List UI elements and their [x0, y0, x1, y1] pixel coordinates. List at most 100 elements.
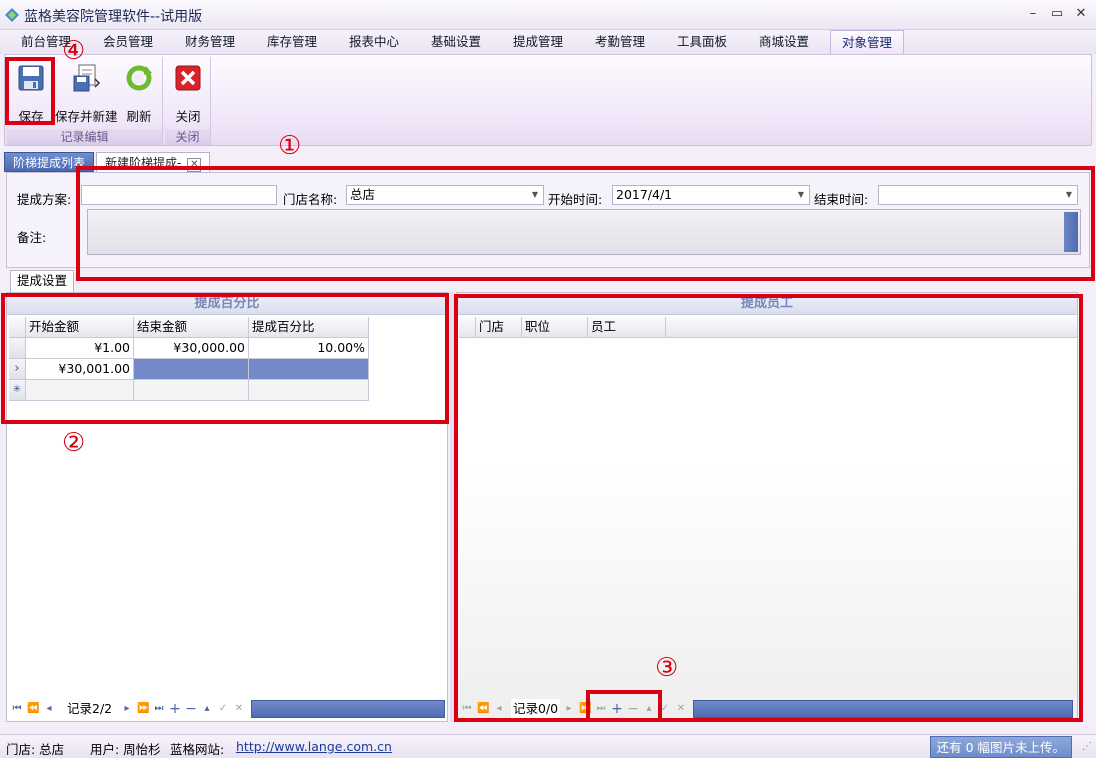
plan-input[interactable] — [81, 185, 277, 205]
first-record-icon[interactable]: ⏮ — [11, 699, 23, 719]
tab-commission-settings[interactable]: 提成设置 — [10, 270, 75, 292]
prev-record-icon[interactable]: ◂ — [43, 699, 55, 719]
chevron-down-icon[interactable]: ▼ — [1063, 186, 1075, 204]
next-page-icon[interactable]: ⏩ — [579, 699, 591, 719]
prev-page-icon[interactable]: ⏪ — [477, 699, 489, 719]
menu-item-tools[interactable]: 工具面板 — [662, 30, 742, 54]
store-select[interactable]: 总店 ▼ — [346, 185, 544, 205]
close-window-button[interactable]: ✕ — [1070, 4, 1092, 24]
remark-label: 备注: — [17, 230, 47, 245]
confirm-edit-icon[interactable]: ✓ — [217, 699, 229, 719]
tab-commission-list[interactable]: 阶梯提成列表 — [4, 152, 95, 172]
grid-header-indicator — [459, 317, 476, 338]
menu-item-attendance[interactable]: 考勤管理 — [580, 30, 660, 54]
start-amount-cell[interactable] — [26, 380, 134, 401]
first-record-icon[interactable]: ⏮ — [461, 699, 473, 719]
menu-item-member[interactable]: 会员管理 — [88, 30, 168, 54]
remark-scrollbar[interactable] — [1064, 212, 1078, 252]
grid-header-employee[interactable]: 员工 — [588, 317, 666, 338]
save-and-new-label: 保存并新建 — [55, 109, 118, 124]
menu-item-reports[interactable]: 报表中心 — [334, 30, 414, 54]
menu-item-mall[interactable]: 商城设置 — [744, 30, 824, 54]
remark-textarea[interactable] — [87, 209, 1081, 255]
start-amount-cell[interactable]: ¥30,001.00 — [26, 359, 134, 380]
last-record-icon[interactable]: ⏭ — [153, 699, 165, 719]
start-time-picker[interactable]: 2017/4/1 ▼ — [612, 185, 810, 205]
chevron-down-icon[interactable]: ▼ — [529, 186, 541, 204]
minimize-button[interactable]: – — [1022, 4, 1044, 24]
pane-splitter[interactable] — [450, 292, 454, 722]
annotation-marker-1: ① — [278, 131, 302, 161]
website-link[interactable]: http://www.lange.com.cn — [236, 739, 392, 754]
edit-record-icon[interactable]: ▴ — [201, 699, 213, 719]
save-label: 保存 — [18, 109, 44, 124]
grid-header-percentage[interactable]: 提成百分比 — [249, 317, 369, 338]
next-record-icon[interactable]: ▸ — [563, 699, 575, 719]
end-amount-cell[interactable]: ¥30,000.00 — [134, 338, 249, 359]
commission-staff-pane: 提成员工 门店 职位 员工 ⏮ ⏪ ◂ 记录0/0 ▸ ⏩ ⏭ + − ▴ ✓ … — [456, 292, 1078, 722]
save-button[interactable]: 保存 — [9, 59, 53, 124]
delete-record-icon[interactable]: − — [627, 699, 639, 719]
confirm-edit-icon[interactable]: ✓ — [659, 699, 671, 719]
delete-record-icon[interactable]: − — [185, 699, 197, 719]
cancel-edit-icon[interactable]: ✕ — [675, 699, 687, 719]
grid-header-store[interactable]: 门店 — [476, 317, 522, 338]
prev-record-icon[interactable]: ◂ — [493, 699, 505, 719]
next-record-icon[interactable]: ▸ — [121, 699, 133, 719]
percentage-cell[interactable] — [249, 380, 369, 401]
percentage-cell[interactable] — [249, 359, 369, 380]
end-amount-cell[interactable] — [134, 380, 249, 401]
row-indicator: › — [9, 359, 26, 380]
prev-page-icon[interactable]: ⏪ — [27, 699, 39, 719]
last-record-icon[interactable]: ⏭ — [595, 699, 607, 719]
annotation-marker-2: ② — [62, 428, 86, 458]
status-site-label: 蓝格网站: — [170, 742, 225, 757]
upload-status-badge: 还有 0 幅图片未上传。 — [929, 736, 1072, 758]
ribbon-group-record-edit: 保存 保存并新建 刷新 记录编辑 — [7, 57, 163, 145]
end-amount-cell[interactable] — [134, 359, 249, 380]
grid-header-position[interactable]: 职位 — [522, 317, 588, 338]
end-time-picker[interactable]: ▼ — [878, 185, 1078, 205]
menu-item-finance[interactable]: 财务管理 — [170, 30, 250, 54]
grid-header-start-amount[interactable]: 开始金额 — [26, 317, 134, 338]
resize-grip-icon[interactable]: ⋰ — [1082, 741, 1092, 752]
commission-form: 提成方案: 门店名称: 总店 ▼ 开始时间: 2017/4/1 ▼ 结束时间: … — [6, 172, 1090, 268]
ribbon-group-caption-record-edit: 记录编辑 — [7, 129, 162, 145]
ribbon-toolbar: 保存 保存并新建 刷新 记录编辑 关闭 关闭 — [4, 54, 1092, 146]
menu-item-inventory[interactable]: 库存管理 — [252, 30, 332, 54]
right-grid-hscroll[interactable] — [693, 700, 1073, 718]
save-and-new-button[interactable]: 保存并新建 — [55, 59, 118, 124]
add-record-icon[interactable]: + — [169, 699, 181, 719]
close-icon — [175, 65, 201, 91]
status-store: 门店: 总店 — [6, 742, 65, 757]
left-grid-hscroll[interactable] — [251, 700, 445, 718]
tab-new-commission[interactable]: 新建阶梯提成- ✕ — [96, 152, 211, 172]
window-title: 蓝格美容院管理软件--试用版 — [24, 9, 203, 25]
maximize-button[interactable]: ▭ — [1046, 4, 1068, 24]
close-tab-button[interactable]: 关闭 — [169, 59, 207, 124]
percentage-cell[interactable]: 10.00% — [249, 338, 369, 359]
commission-staff-title: 提成员工 — [457, 293, 1077, 315]
menu-item-objects[interactable]: 对象管理 — [830, 30, 904, 55]
start-amount-cell[interactable]: ¥1.00 — [26, 338, 134, 359]
document-tabs: 阶梯提成列表 新建阶梯提成- ✕ — [4, 150, 1092, 172]
edit-record-icon[interactable]: ▴ — [643, 699, 655, 719]
chevron-down-icon[interactable]: ▼ — [795, 186, 807, 204]
app-logo-icon — [5, 8, 19, 22]
menu-bar: 前台管理 会员管理 财务管理 库存管理 报表中心 基础设置 提成管理 考勤管理 … — [0, 30, 1096, 55]
commission-percent-pane: 提成百分比 开始金额 结束金额 提成百分比 ¥1.00 ¥30,000.00 1… — [6, 292, 448, 722]
grid-header-end-amount[interactable]: 结束金额 — [134, 317, 249, 338]
refresh-button[interactable]: 刷新 — [119, 59, 159, 124]
next-page-icon[interactable]: ⏩ — [137, 699, 149, 719]
grid-header-indicator — [9, 317, 26, 338]
grid-header-filler — [666, 317, 1077, 338]
store-select-value: 总店 — [350, 187, 376, 202]
add-record-icon[interactable]: + — [611, 699, 623, 719]
menu-item-commission[interactable]: 提成管理 — [498, 30, 578, 54]
new-row-indicator: ✳ — [9, 380, 26, 401]
title-bar: 蓝格美容院管理软件--试用版 – ▭ ✕ — [0, 0, 1096, 30]
tab-new-commission-label: 新建阶梯提成- — [105, 156, 182, 170]
tab-close-icon[interactable]: ✕ — [187, 158, 202, 172]
cancel-edit-icon[interactable]: ✕ — [233, 699, 245, 719]
menu-item-basic-settings[interactable]: 基础设置 — [416, 30, 496, 54]
